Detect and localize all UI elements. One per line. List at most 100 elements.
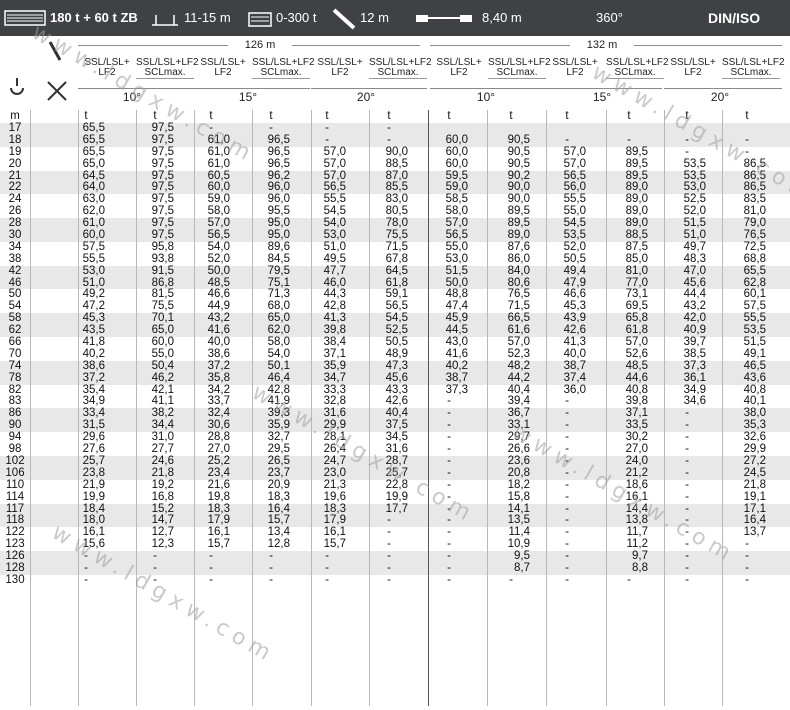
load-cell: 35,8 (207, 371, 230, 384)
radius-cell: 106 (5, 466, 25, 479)
load-cell: - (565, 573, 569, 586)
load-cell: 47,7 (323, 264, 346, 277)
load-cell: 45,6 (385, 371, 408, 384)
column-label: SSL/LSL+LF2 SCLmax. (252, 57, 315, 79)
load-cell: 44,2 (507, 371, 530, 384)
table-row: 123 15,6 12,3 15,7 12,8 15,7- -10,9-11,2- - (0, 538, 790, 551)
load-cell: 19,8 (207, 490, 230, 503)
load-cell: 23,0 (323, 466, 346, 479)
load-cell: 50,4 (151, 359, 174, 372)
load-chart-icon (248, 12, 272, 27)
load-cell: t (745, 110, 749, 122)
table-row: 42 53,0 91,5 50,0 79,5 47,7 64,5 51,5 84,0 49,4 81… (0, 264, 790, 278)
column-label: SSL/LSL+ LF2 (436, 57, 482, 78)
load-cell: - (685, 466, 689, 479)
load-cell: - (565, 133, 569, 146)
column-label: SSL/LSL+ LF2 (670, 57, 716, 78)
load-cell: 40,2 (445, 359, 468, 372)
load-cell: t (509, 110, 513, 122)
table-row: 74 38,6 50,4 37,2 50,1 35,9 47,3 40,2 48,2 38,7 48… (0, 359, 790, 373)
load-cell: - (685, 145, 689, 158)
load-cell: 50,5 (563, 252, 586, 265)
radius-cell: 18 (8, 133, 22, 146)
slew-value: 360° (596, 10, 623, 25)
table-row: 114 19,9 16,8 19,8 18,3 19,6 19,9-15,8-16,1-19… (0, 490, 790, 504)
load-cell: t (565, 110, 569, 122)
load-cell: 50,0 (207, 264, 230, 277)
load-cell: 90,0 (385, 145, 408, 158)
norm-label: DIN/ISO (708, 10, 761, 26)
radius-cell: 38 (8, 252, 22, 265)
load-cell: 57,0 (563, 145, 586, 158)
load-cell: 57,0 (323, 157, 346, 170)
table-row: 19 65,5 97,5 61,0 96,5 57,0 90,0 60,0 90,5 57,0 89… (0, 145, 790, 159)
pad-value: 11-15 m (184, 10, 231, 25)
load-cell: 53,0 (445, 252, 468, 265)
load-cell: - (627, 573, 631, 586)
load-cell: 46,4 (267, 371, 290, 384)
load-cell: 38,7 (445, 371, 468, 384)
load-cell: 53,5 (683, 157, 706, 170)
load-cell: 65,5 (82, 133, 105, 146)
load-cell: 21,8 (151, 466, 174, 479)
load-cell: 97,5 (151, 157, 174, 170)
radius-cell: 19 (8, 145, 22, 158)
table-row: 38 55,5 93,8 52,0 84,5 49,5 67,8 53,0 86,0 50,5 85… (0, 252, 790, 266)
load-cell: 55,5 (82, 252, 105, 265)
load-cell: 21,3 (323, 478, 346, 491)
boom-length-a: 126 m (244, 39, 276, 51)
load-cell: 81,0 (625, 264, 648, 277)
load-value: 0-300 t (276, 10, 317, 25)
load-cell: - (627, 133, 631, 146)
load-cell: 57,0 (563, 157, 586, 170)
load-cell: 51,5 (445, 264, 468, 277)
load-cell: 37,3 (683, 359, 706, 372)
load-cell: 46,2 (151, 371, 174, 384)
load-cell: 97,5 (151, 133, 174, 146)
load-cell: - (509, 573, 513, 586)
load-cell: - (745, 573, 749, 586)
load-cell: 18,2 (507, 478, 530, 491)
radius-cell: 110 (5, 478, 25, 491)
load-cell: 48,2 (507, 359, 530, 372)
load-cell: 21,9 (82, 478, 105, 491)
load-cell: 49,4 (563, 264, 586, 277)
radius-cell: 20 (8, 157, 22, 170)
load-cell: 52,0 (207, 252, 230, 265)
load-cell: 23,4 (207, 466, 230, 479)
table-row: 78 37,2 46,2 35,8 46,4 34,7 45,6 38,7 44,2 37,4 44… (0, 371, 790, 385)
load-cell: 38,7 (563, 359, 586, 372)
load-cell: 90,5 (507, 133, 530, 146)
angle-a-15: 15° (238, 90, 258, 104)
column-label: SSL/LSL+LF2 SCLmax. (369, 57, 432, 79)
load-cell: 34,7 (323, 371, 346, 384)
column-label: SSL/LSL+LF2 SCLmax. (722, 57, 785, 79)
load-cell: 85,0 (625, 252, 648, 265)
angle-b-10: 10° (476, 90, 496, 104)
load-cell: 21,8 (743, 478, 766, 491)
load-cell: - (565, 490, 569, 503)
table-row: 20 65,0 97,5 61,0 96,5 57,0 88,5 60,0 90,5 57,0 89… (0, 157, 790, 171)
load-cell: 79,5 (267, 264, 290, 277)
width-value: 8,40 m (482, 10, 522, 25)
load-cell: 15,8 (507, 490, 530, 503)
load-cell: 84,5 (267, 252, 290, 265)
load-cell: 19,9 (82, 490, 105, 503)
angle-a-20: 20° (356, 90, 376, 104)
load-cell: - (447, 466, 451, 479)
counterweight-value: 180 t + 60 t ZB (50, 10, 138, 25)
load-cell: 43,6 (743, 371, 766, 384)
radius-cell: 114 (5, 490, 25, 503)
load-cell: 65,5 (743, 264, 766, 277)
load-cell: 23,7 (267, 466, 290, 479)
radius-cell: 78 (8, 371, 22, 384)
luffing-angle-icon (47, 81, 67, 101)
radius-cell: 42 (8, 264, 22, 277)
load-cell: 18,3 (267, 490, 290, 503)
load-cell: 64,5 (385, 264, 408, 277)
load-cell: 65,0 (82, 157, 105, 170)
load-cell: - (387, 133, 391, 146)
load-cell: 60,0 (445, 157, 468, 170)
hook-icon (10, 78, 24, 95)
load-cell: - (325, 133, 329, 146)
